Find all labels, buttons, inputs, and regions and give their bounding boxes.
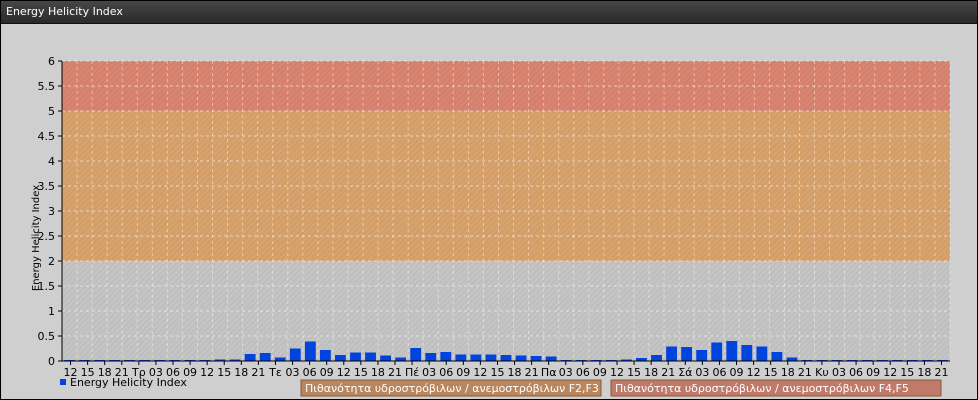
x-tick-label: 12	[747, 366, 761, 379]
panel-titlebar: Energy Helicity Index	[1, 1, 977, 24]
x-tick-label: 06	[576, 366, 590, 379]
bar	[259, 353, 271, 361]
x-tick-label: 09	[866, 366, 880, 379]
x-tick-label: 03	[422, 366, 436, 379]
bar	[244, 354, 256, 361]
bar	[304, 341, 316, 361]
x-tick-label: Πέ	[405, 366, 419, 379]
x-tick-label: 12	[883, 366, 897, 379]
y-tick-label: 3	[48, 205, 55, 218]
x-tick-label: 18	[644, 366, 658, 379]
bar	[485, 354, 497, 361]
legend-band-label-2: Πιθανότητα υδροστρόβιλων / ανεμοστρόβιλω…	[615, 382, 909, 395]
x-tick-label: 15	[217, 366, 231, 379]
x-tick-label: 21	[798, 366, 812, 379]
x-tick-label: 18	[917, 366, 931, 379]
x-tick-label: 06	[303, 366, 317, 379]
bar	[726, 341, 738, 361]
bar	[470, 354, 482, 361]
panel-title: Energy Helicity Index	[6, 5, 123, 18]
bar	[335, 355, 346, 361]
bar	[530, 356, 542, 361]
x-tick-label: 06	[712, 366, 726, 379]
y-tick-label: 6	[48, 55, 55, 68]
y-tick-label: 2	[48, 255, 55, 268]
y-tick-label: 1	[48, 305, 55, 318]
y-tick-label: 4.5	[38, 130, 56, 143]
x-tick-label: 12	[200, 366, 214, 379]
bar	[289, 348, 301, 361]
x-tick-label: 12	[473, 366, 487, 379]
bar	[274, 357, 286, 361]
x-tick-label: 21	[388, 366, 402, 379]
y-axis-label: Energy Helicity Index	[31, 185, 42, 291]
bar	[365, 352, 376, 361]
bar	[651, 355, 662, 361]
x-tick-label: 06	[849, 366, 863, 379]
x-tick-label: 09	[593, 366, 607, 379]
x-tick-label: 12	[610, 366, 624, 379]
x-tick-label: 15	[354, 366, 368, 379]
ehi-bar-chart: 00.511.522.533.544.555.5612 15 18 21 Τρ 03 06 0…	[31, 55, 951, 397]
y-tick-label: 4	[48, 155, 55, 168]
y-tick-label: 5.5	[38, 80, 56, 93]
x-tick-label: 06	[439, 366, 453, 379]
x-tick-label: Τε	[268, 366, 282, 379]
x-tick-label: 09	[320, 366, 334, 379]
bar	[681, 347, 693, 361]
bar	[440, 352, 452, 361]
x-tick-label: 12	[337, 366, 351, 379]
x-tick-label: 03	[832, 366, 846, 379]
x-tick-label: 21	[525, 366, 539, 379]
bar	[786, 357, 798, 361]
x-tick-label: 09	[456, 366, 470, 379]
x-tick-label: 21	[661, 366, 675, 379]
x-tick-label: Κυ	[815, 366, 829, 379]
y-tick-label: 5	[48, 105, 55, 118]
y-tick-label: 0.5	[38, 330, 56, 343]
bar	[756, 346, 768, 361]
x-tick-label: 18	[371, 366, 385, 379]
x-tick-label: 03	[286, 366, 300, 379]
chart-panel: Energy Helicity Index 0 0.5 1 1.5 2 2.5 3 3.5 4 4…	[0, 0, 978, 400]
x-tick-label: 15	[900, 366, 914, 379]
x-tick-label: Πα	[541, 366, 557, 379]
x-tick-label: 09	[730, 366, 744, 379]
bar	[500, 355, 512, 361]
bar	[350, 352, 361, 361]
bar	[771, 352, 783, 361]
x-tick-label: 15	[764, 366, 778, 379]
x-tick-label: 03	[695, 366, 709, 379]
x-tick-label: 21	[251, 366, 265, 379]
x-tick-label: 18	[781, 366, 795, 379]
x-tick-label: 15	[490, 366, 504, 379]
x-tick-label: 15	[627, 366, 641, 379]
bar	[741, 345, 753, 361]
bar	[410, 348, 422, 361]
bar	[319, 350, 331, 361]
x-tick-label: 03	[559, 366, 573, 379]
legend-swatch-series	[60, 379, 66, 385]
bar	[380, 355, 392, 361]
bar	[425, 353, 437, 361]
legend-band-label-1: Πιθανότητα υδροστρόβιλων / ανεμοστρόβιλω…	[305, 382, 599, 395]
bar	[545, 356, 557, 361]
x-tick-label: 18	[234, 366, 248, 379]
x-tick-label: 21	[934, 366, 948, 379]
bar	[395, 357, 407, 361]
x-tick-label: 18	[508, 366, 522, 379]
legend-label-series: Energy Helicity Index	[70, 376, 187, 389]
x-tick-label: Σά	[678, 366, 692, 379]
bar	[666, 346, 677, 361]
bar	[711, 342, 723, 361]
bar	[515, 355, 527, 361]
bar	[455, 354, 467, 361]
y-tick-label: 0	[48, 355, 55, 368]
chart-area: 0 0.5 1 1.5 2 2.5 3 3.5 4 4.5 5 5.5 6 12 15 18 21 Τρ 03 06 0…	[2, 24, 977, 399]
bar	[696, 350, 708, 361]
